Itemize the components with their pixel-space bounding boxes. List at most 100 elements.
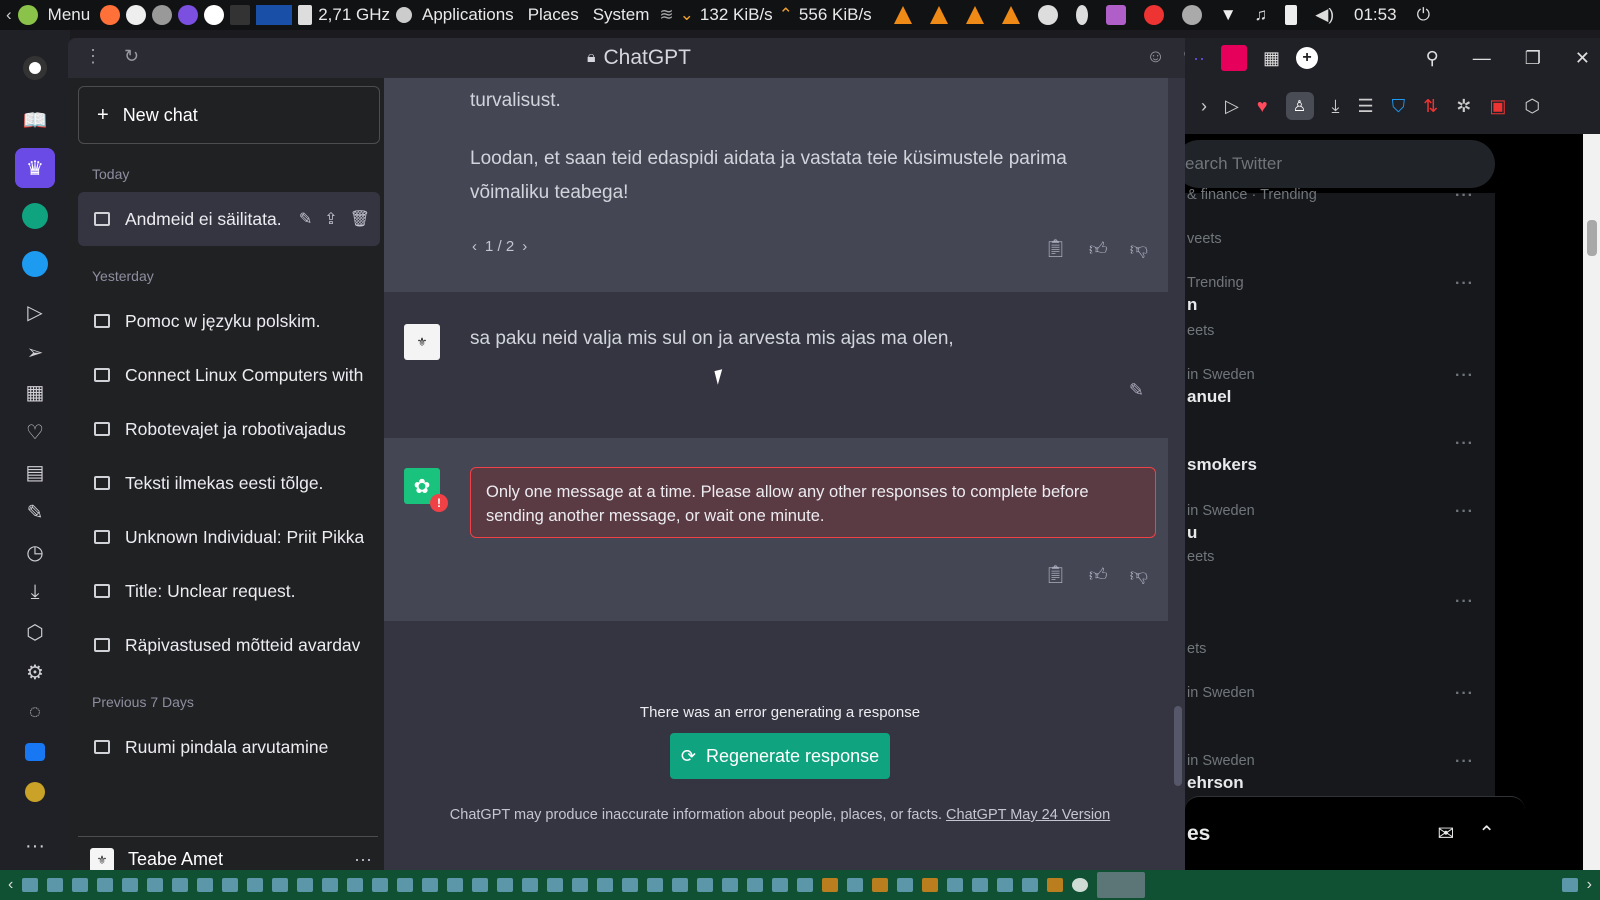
mint-menu-icon[interactable]	[17, 5, 38, 25]
taskbar-app-icon[interactable]	[572, 878, 589, 892]
taskbar-app-icon[interactable]	[772, 878, 789, 892]
emoji-icon[interactable]: ☺	[1146, 46, 1164, 67]
vlc-icon[interactable]	[893, 6, 912, 24]
taskbar-app-icon[interactable]	[847, 878, 864, 892]
taskbar-app-icon[interactable]	[522, 878, 539, 892]
user-menu[interactable]: ⚜ Teabe Amet ···	[78, 836, 378, 870]
taskbar-app-icon[interactable]	[347, 878, 364, 892]
trend-more-icon[interactable]: ···	[1455, 435, 1474, 453]
profile-icon[interactable]: ♙	[1285, 92, 1314, 120]
chat-item[interactable]: Title: Unclear request.	[78, 564, 380, 618]
heart-icon[interactable]: ♡	[15, 412, 55, 452]
vlc-icon[interactable]	[1001, 6, 1020, 24]
regenerate-button[interactable]: ⟳ Regenerate response	[670, 733, 890, 779]
more-icon[interactable]: ···	[354, 849, 372, 870]
twitter-sidebar-icon[interactable]	[15, 244, 55, 284]
app-tray-icon[interactable]	[1105, 5, 1126, 25]
taskbar-app-icon[interactable]	[397, 878, 414, 892]
info-tray-icon[interactable]	[1181, 5, 1202, 25]
version-link[interactable]: ChatGPT May 24 Version	[946, 807, 1110, 823]
extensions-icon[interactable]: ✲	[1456, 96, 1471, 117]
chevron-left-icon[interactable]: ‹	[6, 5, 12, 25]
taskbar-app-icon[interactable]	[197, 878, 214, 892]
inkscape-icon[interactable]	[126, 5, 147, 25]
taskbar-app-icon[interactable]	[747, 878, 764, 892]
taskbar-app-icon[interactable]	[997, 878, 1014, 892]
cube-icon[interactable]: ⬡	[1524, 96, 1540, 117]
vlc-icon[interactable]	[965, 6, 984, 24]
close-icon[interactable]: ✕	[1575, 48, 1590, 69]
taskbar-app-icon[interactable]	[47, 878, 64, 892]
heart-icon[interactable]: ♥	[1257, 96, 1268, 117]
trend-more-icon[interactable]: ···	[1455, 275, 1474, 293]
taskbar-vlc-icon[interactable]	[1047, 878, 1064, 892]
drag-handle-icon[interactable]: ⋮	[84, 46, 102, 67]
taskbar-app-icon[interactable]	[672, 878, 689, 892]
extension-red-icon[interactable]: ▣	[1489, 96, 1506, 117]
battery-icon[interactable]	[1285, 5, 1298, 25]
chatgpt-sidebar-icon[interactable]	[15, 196, 55, 236]
chat-item[interactable]: Unknown Individual: Priit Pikka	[78, 510, 380, 564]
taskbar-app-icon[interactable]	[472, 878, 489, 892]
minimize-icon[interactable]: —	[1473, 48, 1491, 69]
taskbar-app-icon[interactable]	[122, 878, 139, 892]
trend-more-icon[interactable]: ···	[1455, 685, 1474, 703]
easy-setup-icon[interactable]: ☰	[1358, 96, 1374, 117]
thumbs-down-icon[interactable]: 👎︎	[1130, 238, 1148, 260]
power-icon[interactable]: ⏻	[1417, 5, 1430, 25]
taskbar-vlc-icon[interactable]	[822, 878, 839, 892]
bluetooth-icon[interactable]	[1075, 5, 1088, 25]
taskbar-app-icon[interactable]	[372, 878, 389, 892]
thumbs-down-icon[interactable]: 👎︎	[1130, 564, 1148, 586]
taskbar-app-icon[interactable]	[972, 878, 989, 892]
taskbar-app-icon[interactable]	[947, 878, 964, 892]
chevron-right-icon[interactable]: ›	[1587, 876, 1592, 894]
lightbulb-icon[interactable]: ◌	[15, 692, 55, 732]
twitter-search-input[interactable]: earch Twitter	[1185, 140, 1495, 188]
taskbar-app-icon[interactable]	[897, 878, 914, 892]
taskbar-app-icon[interactable]	[447, 878, 464, 892]
chevron-left-icon[interactable]: ‹	[472, 238, 477, 255]
page-scrollbar[interactable]	[1583, 134, 1600, 870]
trend-name[interactable]: anuel	[1187, 387, 1231, 407]
notification-bell-icon[interactable]: ♫	[1255, 5, 1268, 25]
taskbar-app-icon[interactable]	[697, 878, 714, 892]
tabs-grid-icon[interactable]: ▦	[1263, 48, 1280, 69]
chat-item[interactable]: Connect Linux Computers with	[78, 348, 380, 402]
firefox-icon[interactable]	[100, 5, 121, 25]
new-tab-icon[interactable]: +	[1296, 47, 1319, 69]
downloads-icon[interactable]: ⤓	[15, 572, 55, 612]
menu-button[interactable]: Menu	[44, 5, 95, 25]
chat-item[interactable]: Ruumi pindala arvutamine	[78, 720, 380, 774]
taskbar-vlc-icon[interactable]	[922, 878, 939, 892]
volume-icon[interactable]: ◀)	[1315, 5, 1334, 25]
crown-icon[interactable]: ♛	[15, 148, 55, 188]
places-menu[interactable]: Places	[524, 5, 583, 25]
taskbar-app-icon[interactable]	[722, 878, 739, 892]
applications-menu[interactable]: Applications	[418, 5, 518, 25]
taskbar-app-icon[interactable]	[422, 878, 439, 892]
chevron-left-icon[interactable]: ›	[1201, 96, 1207, 117]
taskbar-vlc-icon[interactable]	[872, 878, 889, 892]
scrollbar-thumb[interactable]	[1174, 706, 1182, 786]
trend-more-icon[interactable]: ···	[1455, 503, 1474, 521]
taskbar-opera-icon[interactable]	[1072, 878, 1089, 892]
show-desktop-icon[interactable]	[22, 878, 39, 892]
copy-icon[interactable]: 📋︎	[1044, 564, 1067, 586]
thumbs-up-icon[interactable]: 👍︎	[1089, 238, 1108, 260]
send-icon[interactable]: ➢	[15, 332, 55, 372]
coin-icon[interactable]	[15, 772, 55, 812]
trend-name[interactable]: ehrson	[1187, 773, 1244, 793]
news-icon[interactable]: ▤	[15, 452, 55, 492]
chat-item[interactable]: Räpivastused mõtteid avardav	[78, 618, 380, 672]
trend-more-icon[interactable]: ···	[1455, 753, 1474, 771]
reload-icon[interactable]: ↻	[124, 46, 139, 67]
app-purple-icon[interactable]	[178, 5, 199, 25]
search-tabs-icon[interactable]: ⚲	[1426, 48, 1439, 69]
thumbs-up-icon[interactable]: 👍︎	[1089, 564, 1108, 586]
edit-icon[interactable]: ✎	[15, 492, 55, 532]
rename-icon[interactable]: ✎	[299, 209, 312, 229]
opera-icon[interactable]	[204, 5, 225, 25]
settings-icon[interactable]: ⚙	[15, 652, 55, 692]
taskbar-app-icon[interactable]	[222, 878, 239, 892]
